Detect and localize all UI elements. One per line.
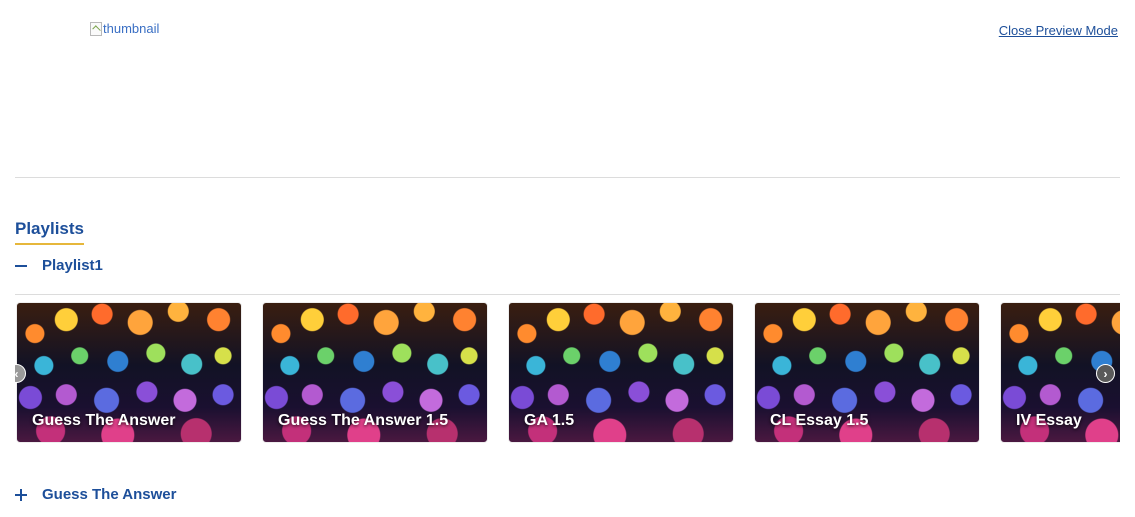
thumbnail-alt-text: thumbnail: [103, 21, 160, 36]
thumbnail-image: thumbnail: [90, 21, 159, 36]
playlist-toggle-guess-the-answer[interactable]: Guess The Answer: [15, 486, 177, 503]
close-preview-link[interactable]: Close Preview Mode: [999, 23, 1118, 38]
carousel-track: Guess The Answer Guess The Answer 1.5 GA…: [15, 302, 1120, 443]
playlist-name: Guess The Answer: [42, 486, 177, 503]
header-divider: [15, 177, 1120, 178]
card-title: Guess The Answer: [32, 412, 176, 429]
card-title: Guess The Answer 1.5: [278, 412, 449, 429]
card-title: CL Essay 1.5: [770, 412, 869, 429]
broken-image-icon: [90, 21, 102, 36]
playlist-divider: [15, 294, 1120, 295]
playlist-card[interactable]: Guess The Answer: [16, 302, 242, 443]
playlist-card[interactable]: CL Essay 1.5: [754, 302, 980, 443]
playlist-toggle-playlist1[interactable]: Playlist1: [15, 257, 103, 274]
playlist-card[interactable]: GA 1.5: [508, 302, 734, 443]
card-title: IV Essay: [1016, 412, 1082, 429]
playlist-carousel: Guess The Answer Guess The Answer 1.5 GA…: [15, 302, 1120, 444]
card-title: GA 1.5: [524, 412, 575, 429]
minus-icon: [15, 258, 27, 274]
plus-icon: [15, 487, 27, 503]
playlists-heading: Playlists: [15, 219, 84, 245]
playlist-card[interactable]: Guess The Answer 1.5: [262, 302, 488, 443]
chevron-right-icon[interactable]: ›: [1096, 364, 1115, 383]
playlist-name: Playlist1: [42, 257, 103, 274]
